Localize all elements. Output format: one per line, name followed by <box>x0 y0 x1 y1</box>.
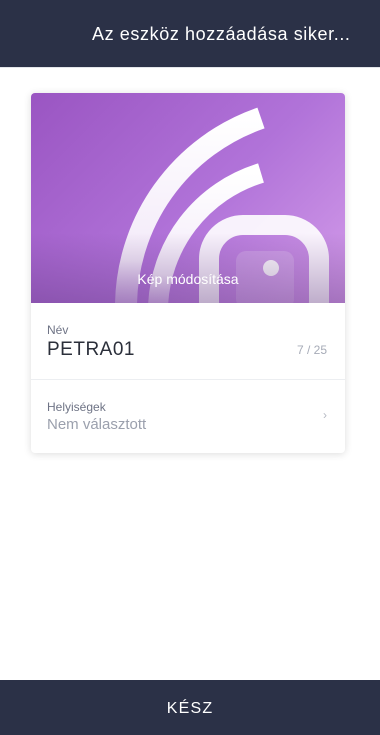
device-card: Kép módosítása Név PETRA01 7 / 25 Helyis… <box>31 93 345 453</box>
app-header: Az eszköz hozzáadása siker... <box>0 0 380 68</box>
device-photo[interactable]: Kép módosítása <box>31 93 345 303</box>
rooms-value: Nem választott <box>47 416 147 433</box>
change-photo-label[interactable]: Kép módosítása <box>31 271 345 287</box>
done-button-label: KÉSZ <box>166 700 214 717</box>
page-title: Az eszköz hozzáadása siker... <box>92 24 351 44</box>
character-counter: 7 / 25 <box>296 343 327 357</box>
rooms-label: Helyiségek <box>47 400 106 414</box>
chevron-right-icon: › <box>323 408 327 422</box>
rooms-selector[interactable]: Helyiségek Nem választott › <box>31 380 345 453</box>
photo-overlay <box>31 233 345 303</box>
done-button[interactable]: KÉSZ <box>0 680 380 735</box>
device-name-label: Név <box>47 323 69 337</box>
device-name-input[interactable]: PETRA01 <box>47 339 135 361</box>
device-name-field[interactable]: Név PETRA01 7 / 25 <box>31 303 345 380</box>
